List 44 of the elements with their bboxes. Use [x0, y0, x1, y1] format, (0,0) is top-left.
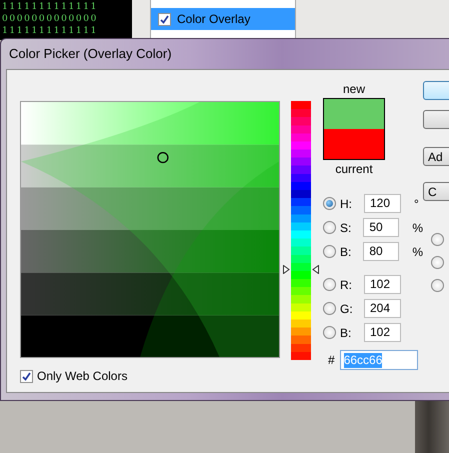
field-label: H: [340, 196, 353, 212]
unit-label: % [412, 220, 423, 236]
binary-digits: 1 1 1 1 1 1 1 1 1 1 1 1 1 [2, 25, 97, 37]
value-field[interactable]: 80 [363, 242, 400, 261]
value-field[interactable]: 102 [364, 275, 401, 294]
radio-button[interactable] [323, 221, 336, 234]
background-window [415, 401, 449, 453]
radio-button[interactable] [323, 326, 336, 339]
field-label: S: [340, 220, 352, 236]
checkmark-icon [22, 372, 31, 380]
field-label: G: [340, 300, 354, 318]
checkbox[interactable] [158, 12, 171, 26]
checkbox[interactable] [20, 370, 33, 382]
hex-label: # [328, 352, 335, 369]
field-label: B: [340, 244, 352, 260]
hue-slider[interactable] [283, 101, 319, 360]
field-label: B: [340, 324, 352, 342]
radio-button[interactable] [323, 302, 336, 315]
dialog-button[interactable]: C [423, 182, 449, 201]
layer-style-label: Color Overlay [177, 11, 250, 28]
field-label: R: [340, 276, 353, 294]
current-label: current [335, 161, 373, 177]
only-web-colors-checkbox[interactable]: Only Web Colors [20, 367, 280, 385]
value-field[interactable]: 120 [364, 194, 401, 213]
layer-style-item[interactable]: Color Overlay [151, 8, 295, 30]
unit-label: % [412, 244, 423, 260]
binary-digits: 1 1 1 1 1 1 1 1 1 1 1 1 1 [2, 1, 97, 13]
checkmark-icon [160, 14, 169, 24]
radio-button[interactable] [431, 233, 444, 246]
binary-digits: 0 0 0 0 0 0 0 0 0 0 0 0 0 [2, 13, 97, 25]
radio-button[interactable] [323, 278, 336, 291]
radio-button[interactable] [431, 279, 444, 292]
radio-button[interactable] [323, 245, 336, 258]
value-field[interactable]: 102 [364, 323, 401, 342]
window-title: Color Picker (Overlay Color) [9, 45, 172, 64]
slider-handle-icon[interactable] [283, 265, 319, 274]
new-label: new [342, 81, 365, 97]
color-field[interactable] [20, 101, 280, 358]
unit-label: ° [414, 196, 419, 212]
value-field[interactable]: 204 [364, 299, 401, 318]
value-field[interactable]: 50 [363, 218, 400, 237]
radio-button[interactable] [431, 256, 444, 269]
dialog-button[interactable]: Ad [423, 147, 449, 166]
radio-button[interactable] [323, 197, 336, 210]
